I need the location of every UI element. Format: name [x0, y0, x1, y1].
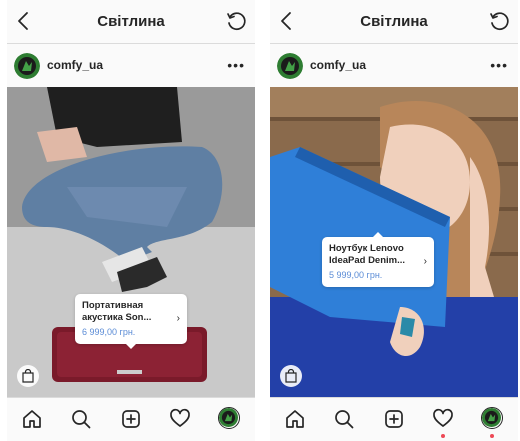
- username[interactable]: comfy_ua: [310, 58, 366, 72]
- home-icon[interactable]: [284, 408, 306, 430]
- refresh-icon[interactable]: [225, 11, 247, 33]
- product-name-line1: Портативная: [82, 300, 144, 311]
- search-icon[interactable]: [70, 408, 92, 430]
- top-bar: Світлина: [270, 0, 518, 44]
- avatar[interactable]: [14, 53, 40, 79]
- chevron-right-icon: ›: [423, 256, 427, 267]
- home-icon[interactable]: [21, 408, 43, 430]
- more-icon[interactable]: •••: [227, 58, 245, 72]
- screen-right: Світлина comfy_ua ••• Ноутбук Lenovo Ide…: [270, 0, 518, 441]
- username[interactable]: comfy_ua: [47, 58, 103, 72]
- chevron-left-icon[interactable]: [13, 10, 35, 32]
- bottom-nav: [270, 397, 518, 441]
- heart-icon[interactable]: [169, 408, 191, 430]
- product-price: 6 999,00 грн.: [82, 327, 136, 337]
- product-name-line1: Ноутбук Lenovo: [329, 243, 404, 254]
- page-title: Світлина: [360, 13, 428, 30]
- top-bar: Світлина: [7, 0, 255, 44]
- product-tag[interactable]: Портативная акустика Son... 6 999,00 грн…: [75, 294, 187, 349]
- product-price: 5 999,00 грн.: [329, 270, 383, 280]
- refresh-icon[interactable]: [488, 11, 510, 33]
- notification-dot: [490, 434, 494, 438]
- post-image[interactable]: Ноутбук Lenovo IdeaPad Denim... 5 999,00…: [270, 87, 518, 397]
- shopping-bag-icon[interactable]: [17, 365, 39, 387]
- product-tag[interactable]: Ноутбук Lenovo IdeaPad Denim... 5 999,00…: [322, 232, 434, 287]
- new-post-icon[interactable]: [383, 408, 405, 430]
- bottom-nav: [7, 397, 255, 441]
- heart-icon[interactable]: [432, 408, 454, 430]
- shopping-bag-icon[interactable]: [280, 365, 302, 387]
- post-header: comfy_ua •••: [7, 44, 255, 87]
- notification-dot: [441, 434, 445, 438]
- more-icon[interactable]: •••: [490, 58, 508, 72]
- chevron-left-icon[interactable]: [276, 10, 298, 32]
- product-name-line2: IdeaPad Denim...: [329, 255, 406, 266]
- chevron-right-icon: ›: [176, 313, 180, 324]
- post-image[interactable]: Портативная акустика Son... 6 999,00 грн…: [7, 87, 255, 397]
- profile-avatar[interactable]: [481, 407, 503, 429]
- new-post-icon[interactable]: [120, 408, 142, 430]
- product-name-line2: акустика Son...: [82, 312, 152, 323]
- post-header: comfy_ua •••: [270, 44, 518, 87]
- screen-left: Світлина comfy_ua ••• Портативная акусти…: [7, 0, 255, 441]
- avatar[interactable]: [277, 53, 303, 79]
- profile-avatar[interactable]: [218, 407, 240, 429]
- page-title: Світлина: [97, 13, 165, 30]
- search-icon[interactable]: [333, 408, 355, 430]
